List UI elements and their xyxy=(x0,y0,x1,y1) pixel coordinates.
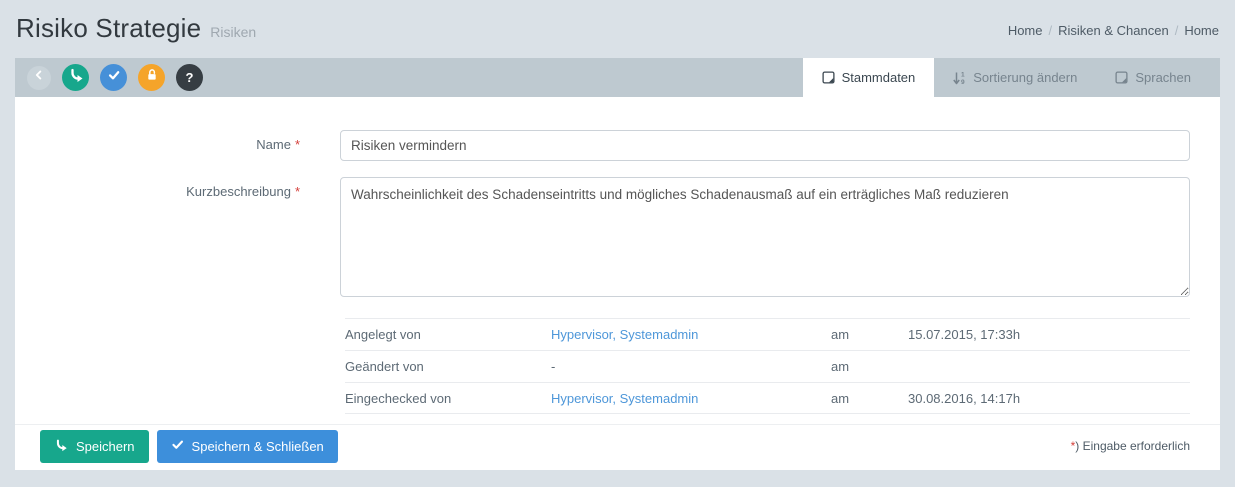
tab-stammdaten[interactable]: Stammdaten xyxy=(803,58,935,97)
help-toolbar-button[interactable]: ? xyxy=(176,64,203,91)
required-asterisk: * xyxy=(295,137,300,152)
tab-sortierung-aendern[interactable]: 19 Sortierung ändern xyxy=(934,58,1096,97)
breadcrumb-item-home-2[interactable]: Home xyxy=(1184,23,1219,38)
description-form-row: Kurzbeschreibung* Wahrscheinlichkeit des… xyxy=(15,177,1220,302)
tab-label: Sprachen xyxy=(1135,70,1191,85)
meta-table: Angelegt von Hypervisor, Systemadmin am … xyxy=(345,318,1190,414)
forward-arrow-icon xyxy=(54,438,68,455)
user-link[interactable]: Hypervisor, Systemadmin xyxy=(551,391,698,406)
breadcrumb-item-risiken-chancen[interactable]: Risiken & Chancen xyxy=(1058,23,1169,38)
meta-date: 30.08.2016, 14:17h xyxy=(908,391,1190,406)
meta-am-label: am xyxy=(831,359,908,374)
user-link[interactable]: Hypervisor, Systemadmin xyxy=(551,327,698,342)
languages-icon xyxy=(1115,71,1128,84)
back-button[interactable] xyxy=(27,66,51,90)
description-textarea[interactable]: Wahrscheinlichkeit des Schadenseintritts… xyxy=(340,177,1190,297)
lock-toolbar-button[interactable] xyxy=(138,64,165,91)
save-button-label: Speichern xyxy=(76,439,135,454)
name-input[interactable] xyxy=(340,130,1190,161)
required-asterisk: * xyxy=(295,184,300,199)
meta-label: Angelegt von xyxy=(345,327,551,342)
form-content: Name* Kurzbeschreibung* Wahrscheinlichke… xyxy=(15,97,1220,424)
save-button[interactable]: Speichern xyxy=(40,430,149,463)
meta-value: - xyxy=(551,359,831,374)
svg-text:1: 1 xyxy=(961,71,965,78)
breadcrumb-item-home-1[interactable]: Home xyxy=(1008,23,1043,38)
name-label: Name* xyxy=(15,130,300,152)
meta-label: Eingechecked von xyxy=(345,391,551,406)
check-icon xyxy=(107,68,121,87)
breadcrumb-separator: / xyxy=(1175,23,1179,38)
name-form-row: Name* xyxy=(15,130,1220,161)
breadcrumb-separator: / xyxy=(1049,23,1053,38)
question-icon: ? xyxy=(186,70,194,85)
meta-label: Geändert von xyxy=(345,359,551,374)
confirm-toolbar-button[interactable] xyxy=(100,64,127,91)
unlock-icon xyxy=(145,68,159,87)
page-subtitle: Risiken xyxy=(210,24,256,40)
save-and-close-button-label: Speichern & Schließen xyxy=(192,439,324,454)
required-note: *) Eingabe erforderlich xyxy=(1071,439,1190,453)
panel-footer: Speichern Speichern & Schließen *) Einga… xyxy=(15,424,1220,470)
page-header: Risiko Strategie Risiken Home / Risiken & … xyxy=(0,0,1235,58)
meta-am-label: am xyxy=(831,391,908,406)
tab-label: Stammdaten xyxy=(842,70,916,85)
meta-value: Hypervisor, Systemadmin xyxy=(551,391,831,406)
forward-arrow-icon xyxy=(68,67,84,88)
table-row-eingechecked-von: Eingechecked von Hypervisor, Systemadmin… xyxy=(345,382,1190,414)
table-row-geaendert-von: Geändert von - am xyxy=(345,350,1190,382)
tab-bar: Stammdaten 19 Sortierung ändern Sprachen xyxy=(803,58,1220,97)
sort-numeric-icon: 19 xyxy=(953,71,966,85)
toolbar: ? Stammdaten 19 Sortierung ändern Sprac xyxy=(15,58,1220,97)
chevron-left-icon xyxy=(32,68,46,87)
form-icon xyxy=(822,71,835,84)
table-row-angelegt-von: Angelegt von Hypervisor, Systemadmin am … xyxy=(345,318,1190,350)
description-label: Kurzbeschreibung* xyxy=(15,177,300,199)
meta-value: Hypervisor, Systemadmin xyxy=(551,327,831,342)
tab-sprachen[interactable]: Sprachen xyxy=(1096,58,1210,97)
meta-date: 15.07.2015, 17:33h xyxy=(908,327,1190,342)
save-toolbar-button[interactable] xyxy=(62,64,89,91)
meta-am-label: am xyxy=(831,327,908,342)
save-and-close-button[interactable]: Speichern & Schließen xyxy=(157,430,338,463)
check-icon xyxy=(171,438,184,454)
breadcrumb: Home / Risiken & Chancen / Home xyxy=(1008,13,1219,38)
svg-text:9: 9 xyxy=(961,79,965,85)
main-panel: ? Stammdaten 19 Sortierung ändern Sprac xyxy=(15,58,1220,470)
tab-label: Sortierung ändern xyxy=(973,70,1077,85)
page-title: Risiko Strategie xyxy=(16,13,201,44)
